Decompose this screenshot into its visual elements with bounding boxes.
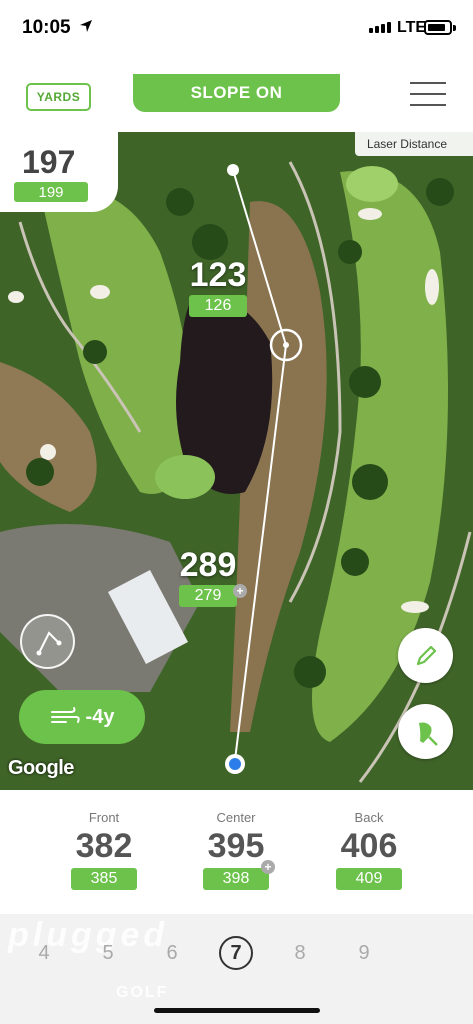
units-toggle-button[interactable]: YARDS [26, 83, 91, 111]
remaining-slope-distance: 279 [179, 585, 237, 607]
compass-shot-button[interactable] [20, 614, 75, 669]
center-yardage: Center 395 398 [176, 790, 296, 890]
wind-adjustment-button[interactable]: -4y [19, 690, 145, 744]
hole-item[interactable]: 5 [91, 936, 125, 970]
back-yardage: Back 406 409 [309, 790, 429, 890]
signal-icon [369, 22, 391, 33]
green-yardages: Front 382 385 Center 395 398 + Back 406 … [0, 790, 473, 914]
club-select-button[interactable] [398, 704, 453, 759]
current-hole[interactable]: 7 [219, 936, 253, 970]
hole-item[interactable]: 4 [27, 936, 61, 970]
laser-distance-label[interactable]: Laser Distance [354, 132, 473, 156]
golf-club-icon [418, 722, 438, 746]
map-attribution: Google [8, 757, 74, 779]
target-slope-distance: 126 [189, 295, 247, 317]
front-yardage: Front 382 385 [44, 790, 164, 890]
watermark-sub: GOLF [116, 984, 169, 1001]
pencil-icon [416, 645, 436, 665]
wind-value: -4y [85, 705, 115, 728]
network-type: LTE [397, 19, 427, 36]
home-indicator[interactable] [154, 1008, 320, 1013]
back-distance: 406 [340, 827, 398, 865]
flag-slope-distance: 199 [14, 182, 88, 202]
course-map[interactable]: 197 199 Laser Distance 123 126 289 279 +… [0, 132, 473, 790]
back-slope-distance: 409 [336, 868, 402, 890]
location-arrow-icon [80, 20, 92, 32]
battery-tip [453, 25, 456, 31]
top-controls: YARDS SLOPE ON [0, 58, 473, 132]
center-slope-distance: 398 [203, 868, 269, 890]
target-distance: 123 [189, 256, 247, 294]
back-label: Back [354, 810, 384, 825]
hole-item[interactable]: 6 [155, 936, 189, 970]
flag-distance: 197 [22, 144, 76, 180]
front-slope-distance: 385 [71, 868, 137, 890]
status-bar: 10:05 LTE [0, 0, 473, 58]
edit-button[interactable] [398, 628, 453, 683]
remaining-distance: 289 [179, 546, 237, 584]
plus-icon[interactable]: + [261, 860, 275, 874]
wind-icon [50, 707, 80, 723]
hole-item[interactable]: 9 [347, 936, 381, 970]
center-label: Center [216, 810, 256, 825]
front-distance: 382 [75, 827, 133, 865]
flag-distance-card: 197 199 [0, 132, 118, 212]
target-distance-label: 123 126 [178, 256, 258, 317]
battery-icon [424, 20, 452, 35]
hole-selector: plugged 4 5 6 7 8 9 GOLF [0, 914, 473, 1024]
center-distance: 395 [207, 827, 265, 865]
slope-toggle-button[interactable]: SLOPE ON [133, 74, 340, 112]
hole-item[interactable]: 8 [283, 936, 317, 970]
plus-icon: + [233, 584, 247, 598]
menu-icon[interactable] [410, 80, 446, 108]
status-time: 10:05 [22, 17, 71, 38]
shot-angle-icon [36, 630, 61, 655]
front-label: Front [88, 810, 120, 825]
